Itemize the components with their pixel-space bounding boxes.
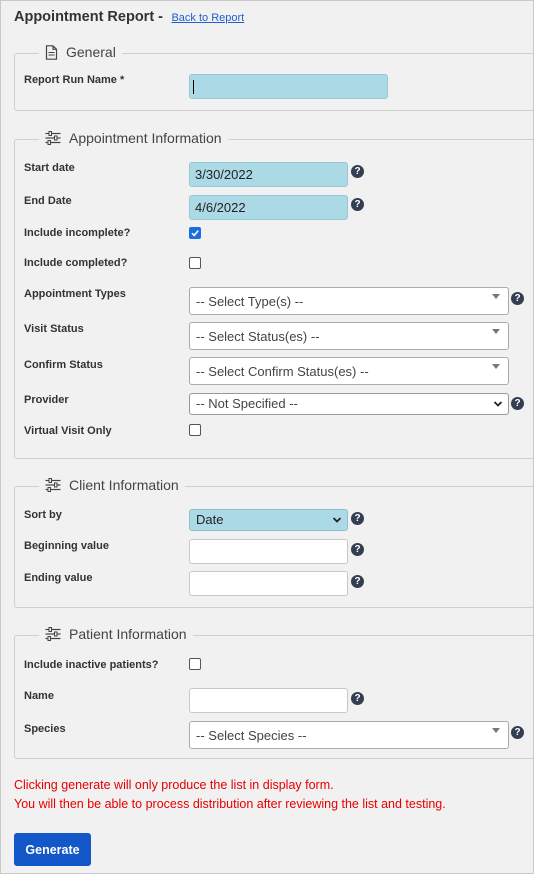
- visit-status-value: -- Select Status(es) --: [196, 329, 320, 344]
- species-label: Species: [24, 723, 66, 735]
- page-title: Appointment Report -: [14, 9, 164, 25]
- start-date-input[interactable]: 3/30/2022: [189, 162, 348, 187]
- include-incomplete-label: Include incomplete?: [24, 227, 131, 239]
- sort-by-help-icon[interactable]: ?: [351, 512, 364, 525]
- back-to-report-link[interactable]: Back to Report: [171, 12, 244, 24]
- appointment-types-help-icon[interactable]: ?: [511, 292, 524, 305]
- general-section: General Report Run Name *: [14, 42, 534, 111]
- sort-by-select[interactable]: Date: [189, 509, 348, 531]
- beginning-value-input[interactable]: [189, 539, 348, 564]
- species-select[interactable]: -- Select Species --: [189, 721, 509, 749]
- general-legend: General: [39, 42, 122, 62]
- report-run-name-input[interactable]: [189, 74, 388, 99]
- provider-help-icon[interactable]: ?: [511, 397, 524, 410]
- appointment-types-select[interactable]: -- Select Type(s) --: [189, 287, 509, 315]
- chevron-down-icon: [493, 401, 503, 407]
- end-date-help-icon[interactable]: ?: [351, 198, 364, 211]
- report-page: Appointment Report - Back to Report Gene…: [0, 0, 534, 874]
- client-legend-text: Client Information: [69, 477, 179, 493]
- patient-name-input[interactable]: [189, 688, 348, 713]
- confirm-status-label: Confirm Status: [24, 359, 103, 371]
- virtual-visit-checkbox[interactable]: [189, 424, 201, 436]
- sliders-icon: [45, 131, 61, 145]
- start-date-help-icon[interactable]: ?: [351, 165, 364, 178]
- document-icon: [45, 44, 58, 60]
- include-completed-label: Include completed?: [24, 257, 128, 269]
- include-inactive-checkbox[interactable]: [189, 658, 201, 670]
- patient-name-help-icon[interactable]: ?: [351, 692, 364, 705]
- visit-status-select[interactable]: -- Select Status(es) --: [189, 322, 509, 350]
- appointment-types-label: Appointment Types: [24, 288, 126, 300]
- visit-status-label: Visit Status: [24, 323, 84, 335]
- patient-section: Patient Information Include inactive pat…: [14, 624, 534, 759]
- species-help-icon[interactable]: ?: [511, 726, 524, 739]
- end-date-input[interactable]: 4/6/2022: [189, 195, 348, 220]
- include-completed-checkbox[interactable]: [189, 257, 201, 269]
- chevron-down-icon: [332, 517, 342, 523]
- caret-down-icon: [492, 329, 500, 334]
- beginning-value-help-icon[interactable]: ?: [351, 543, 364, 556]
- notice-line-1: Clicking generate will only produce the …: [14, 778, 334, 792]
- appointment-legend: Appointment Information: [39, 128, 228, 148]
- appointment-types-value: -- Select Type(s) --: [196, 294, 304, 309]
- patient-legend-text: Patient Information: [69, 626, 187, 642]
- provider-label: Provider: [24, 394, 69, 406]
- species-value: -- Select Species --: [196, 728, 307, 743]
- ending-value-input[interactable]: [189, 571, 348, 596]
- client-legend: Client Information: [39, 475, 185, 495]
- include-incomplete-checkbox[interactable]: [189, 227, 201, 239]
- include-inactive-label: Include inactive patients?: [24, 659, 159, 671]
- sliders-icon: [45, 478, 61, 492]
- generate-button[interactable]: Generate: [14, 833, 91, 866]
- beginning-value-label: Beginning value: [24, 540, 109, 552]
- confirm-status-value: -- Select Confirm Status(es) --: [196, 364, 369, 379]
- text-cursor: [193, 80, 194, 94]
- client-section: Client Information Sort by Date ? Beginn…: [14, 475, 534, 608]
- caret-down-icon: [492, 294, 500, 299]
- ending-value-help-icon[interactable]: ?: [351, 575, 364, 588]
- caret-down-icon: [492, 728, 500, 733]
- end-date-label: End Date: [24, 195, 72, 207]
- appointment-section: Appointment Information Start date 3/30/…: [14, 128, 534, 459]
- report-run-name-label: Report Run Name *: [24, 74, 125, 86]
- start-date-label: Start date: [24, 162, 75, 174]
- virtual-visit-label: Virtual Visit Only: [24, 425, 112, 437]
- confirm-status-select[interactable]: -- Select Confirm Status(es) --: [189, 357, 509, 385]
- ending-value-label: Ending value: [24, 572, 93, 584]
- sort-by-label: Sort by: [24, 509, 62, 521]
- page-header: Appointment Report - Back to Report: [14, 8, 244, 26]
- patient-legend: Patient Information: [39, 624, 193, 644]
- general-legend-text: General: [66, 44, 116, 60]
- caret-down-icon: [492, 364, 500, 369]
- sliders-icon: [45, 627, 61, 641]
- notice-line-2: You will then be able to process distrib…: [14, 797, 446, 811]
- sort-by-value: Date: [196, 512, 224, 527]
- provider-select[interactable]: -- Not Specified --: [189, 393, 509, 415]
- provider-value: -- Not Specified --: [196, 396, 298, 411]
- patient-name-label: Name: [24, 690, 54, 702]
- checkmark-icon: [191, 230, 199, 237]
- appointment-legend-text: Appointment Information: [69, 130, 222, 146]
